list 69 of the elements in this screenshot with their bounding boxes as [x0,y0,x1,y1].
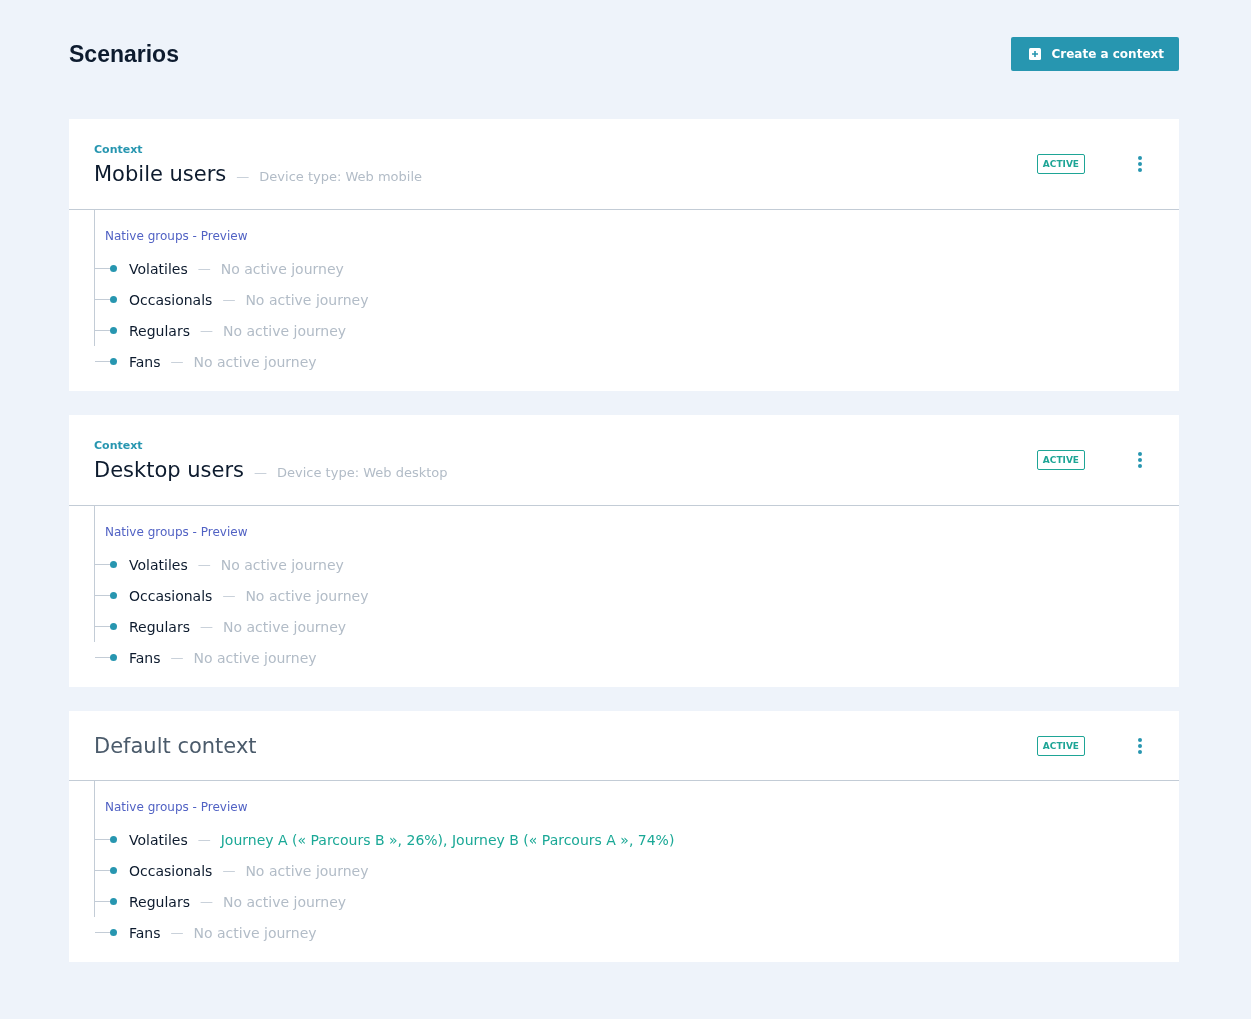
journey-text: No active journey [193,924,317,941]
separator-dash: — [200,619,213,634]
separator-dash: — [222,292,236,307]
separator-dash: — [222,863,236,878]
bullet-icon [110,898,117,905]
journey-text: No active journey [193,649,317,666]
bullet-icon [110,327,117,334]
journey-text: Journey A (« Parcours B », 26%), Journey B (« Parcours A », 74%) [220,831,675,848]
group-name: Regulars [129,618,190,635]
groups-heading: Native groups - Preview [105,229,249,243]
group-name: Regulars [129,322,190,339]
bullet-icon [110,265,117,272]
more-options-icon[interactable] [1137,736,1143,755]
group-name: Fans [129,924,161,941]
group-name: Fans [129,649,161,666]
separator-dash: — [200,894,213,909]
separator-dash: — [170,650,184,665]
group-name: Occasionals [129,587,213,604]
context-title: Desktop users [94,457,245,482]
journey-text: No active journey [223,618,347,635]
group-name: Volatiles [129,260,188,277]
journey-text: No active journey [245,862,369,879]
separator-dash: — [236,168,250,184]
groups-heading: Native groups - Preview [105,525,249,539]
journey-text: No active journey [220,556,344,573]
group-name: Volatiles [129,556,188,573]
journey-text: No active journey [193,353,317,370]
page-title: Scenarios [69,40,179,68]
separator-dash: — [197,832,211,847]
group-name: Fans [129,353,161,370]
group-name: Occasionals [129,862,213,879]
bullet-icon [110,929,117,936]
bullet-icon [110,836,117,843]
more-options-icon[interactable] [1137,155,1143,173]
journey-text: No active journey [223,322,347,339]
bullet-icon [110,654,117,661]
journey-text: No active journey [223,893,347,910]
active-badge: ACTIVE [1036,735,1085,756]
groups-heading: Native groups - Preview [105,800,249,814]
more-options-icon[interactable] [1137,451,1143,469]
create-context-button[interactable]: Create a context [1011,37,1179,71]
bullet-icon [110,867,117,874]
group-name: Regulars [129,893,190,910]
separator-dash: — [170,354,184,369]
bullet-icon [110,296,117,303]
separator-dash: — [200,323,213,338]
group-name: Occasionals [129,291,213,308]
separator-dash: — [170,925,184,940]
separator-dash: — [197,557,211,572]
journey-text: No active journey [245,587,369,604]
context-title: Default context [94,733,257,758]
bullet-icon [110,561,117,568]
journey-text: No active journey [220,260,344,277]
group-name: Volatiles [129,831,188,848]
plus-icon [1029,48,1042,60]
journey-text: No active journey [245,291,369,308]
context-label: Context [94,438,144,452]
separator-dash: — [254,464,268,480]
bullet-icon [110,623,117,630]
bullet-icon [110,592,117,599]
separator-dash: — [197,261,211,276]
device-type-text: Device type: Web mobile [259,168,423,184]
active-badge: ACTIVE [1036,154,1085,174]
device-type-text: Device type: Web desktop [277,464,448,480]
bullet-icon [110,358,117,365]
context-label: Context [94,142,144,156]
separator-dash: — [222,588,236,603]
context-title: Mobile users [94,161,227,186]
active-badge: ACTIVE [1036,450,1085,470]
